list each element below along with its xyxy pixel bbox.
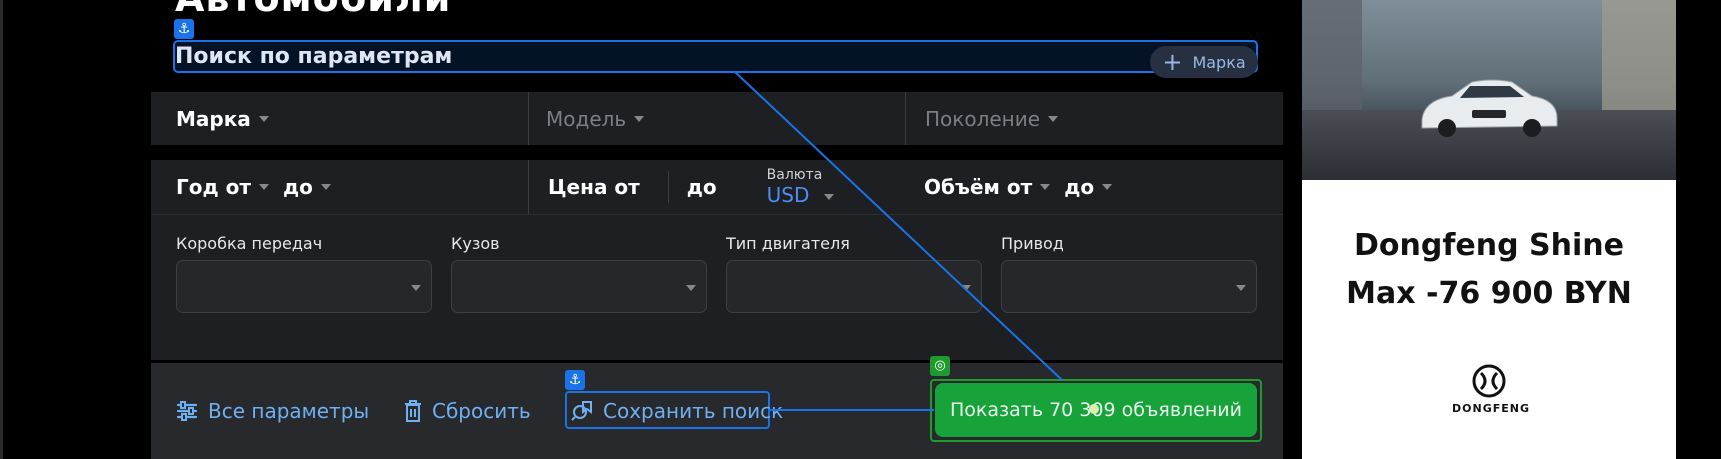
ad-title: Dongfeng Shine Max -76 900 BYN [1302, 222, 1676, 318]
save-search-button[interactable]: Сохранить поиск [571, 399, 783, 423]
anchor-icon: ⚓ [565, 370, 585, 390]
chevron-down-icon [1102, 184, 1113, 190]
section-title: Поиск по параметрам [175, 44, 453, 69]
save-search-icon [571, 401, 592, 421]
brand-model-row: Марка Модель Поколение [151, 92, 1283, 145]
volume-to-select[interactable]: до [1064, 175, 1094, 199]
trash-icon [405, 400, 421, 422]
volume-from-select[interactable]: Объём от [924, 175, 1032, 199]
car-icon [1421, 79, 1558, 137]
transmission-label: Коробка передач [176, 234, 323, 253]
filters-panel: Год от до Цена от до Валюта USD Объём от… [151, 160, 1283, 360]
currency-label: Валюта [766, 167, 823, 183]
show-results-button[interactable]: Показать 70 309 объявлений [935, 383, 1257, 437]
drive-filter: Привод [1001, 234, 1257, 313]
advertisement[interactable]: Dongfeng Shine Max -76 900 BYN DONGFENG [1302, 0, 1676, 459]
ad-building-right [1602, 0, 1676, 115]
chevron-down-icon [634, 115, 645, 122]
chevron-down-icon [320, 184, 331, 190]
body-type-select[interactable] [451, 260, 707, 313]
price-from-input[interactable]: Цена от [548, 175, 640, 199]
chevron-down-icon [686, 285, 696, 291]
model-select[interactable]: Модель [528, 92, 905, 145]
currency-value: USD [766, 183, 810, 207]
reset-button[interactable]: Сбросить [404, 399, 531, 423]
all-params-button[interactable]: Все параметры [176, 399, 369, 423]
model-select-label: Модель [546, 106, 627, 131]
page-title: Автомобили [175, 0, 451, 18]
drive-select[interactable] [1001, 260, 1257, 313]
ad-building-left [1302, 0, 1362, 120]
price-range: Цена от до Валюта USD [528, 160, 905, 214]
plus-icon: + [1162, 48, 1183, 76]
engine-type-select[interactable] [726, 260, 982, 313]
chevron-down-icon [258, 115, 269, 122]
body-type-filter: Кузов [451, 234, 707, 313]
add-brand-button[interactable]: + Марка [1150, 46, 1258, 78]
engine-type-filter: Тип двигателя [726, 234, 982, 313]
year-to-select[interactable]: до [283, 175, 313, 199]
chevron-down-icon [1048, 115, 1059, 122]
chevron-down-icon [824, 193, 835, 200]
body-type-label: Кузов [451, 234, 500, 253]
chevron-down-icon [1040, 184, 1051, 190]
left-edge-divider [0, 0, 3, 459]
actions-bar: Все параметры Сбросить ⚓ Сохранить поиск… [151, 356, 1283, 459]
ad-logo-text: DONGFENG [1452, 402, 1530, 415]
transmission-filter: Коробка передач [176, 234, 432, 313]
brand-select[interactable]: Марка [151, 92, 528, 145]
year-range: Год от до [151, 160, 528, 214]
save-search-label: Сохранить поиск [603, 399, 784, 423]
all-params-label: Все параметры [208, 399, 370, 423]
generation-select[interactable]: Поколение [905, 92, 1283, 145]
range-filters-row: Год от до Цена от до Валюта USD Объём от… [151, 160, 1283, 215]
currency-select[interactable]: Валюта USD [767, 167, 835, 207]
chevron-down-icon [258, 184, 269, 190]
generation-select-label: Поколение [925, 106, 1041, 131]
chevron-down-icon [411, 285, 421, 291]
sliders-icon [176, 401, 198, 421]
price-divider [667, 171, 669, 203]
price-to-input[interactable]: до [687, 175, 717, 199]
year-from-select[interactable]: Год от [176, 175, 251, 199]
ad-brand-logo: DONGFENG [1452, 364, 1530, 415]
reset-label: Сбросить [432, 399, 531, 423]
add-brand-label: Марка [1192, 52, 1246, 72]
dongfeng-logo-icon [1472, 364, 1506, 398]
ad-title-line2: Max -76 900 BYN [1346, 276, 1632, 311]
anchor-icon: ⚓ [174, 19, 194, 39]
transmission-select[interactable] [176, 260, 432, 313]
drive-label: Привод [1001, 234, 1064, 253]
ad-car-image [1302, 0, 1676, 180]
target-icon: ◎ [930, 356, 950, 376]
brand-select-label: Марка [176, 106, 251, 131]
ad-title-line1: Dongfeng Shine [1354, 228, 1624, 263]
volume-range: Объём от до [905, 160, 1283, 214]
engine-type-label: Тип двигателя [726, 234, 850, 253]
chevron-down-icon [961, 285, 971, 291]
chevron-down-icon [1236, 285, 1246, 291]
